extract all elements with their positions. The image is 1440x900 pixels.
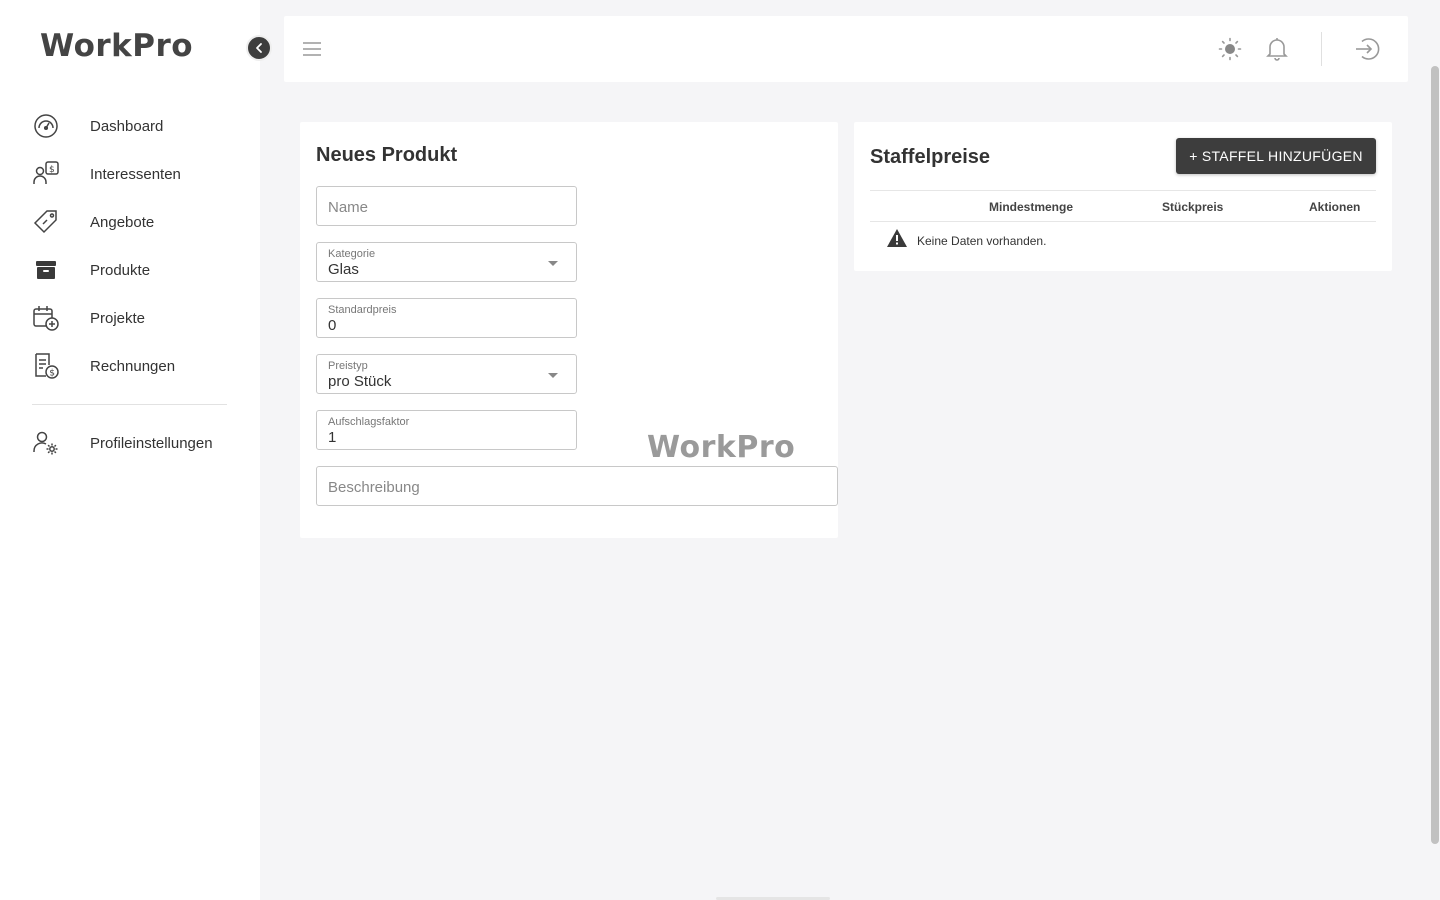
sidebar-item-label: Produkte	[90, 261, 151, 279]
topbar-divider	[1321, 32, 1322, 66]
tier-pricing-title: Staffelpreise	[870, 146, 991, 168]
category-select[interactable]: Kategorie Glas	[316, 242, 577, 282]
sidebar-divider	[32, 404, 227, 405]
chevron-down-icon	[548, 373, 558, 378]
sidebar-item-label: Interessenten	[90, 165, 181, 183]
sidebar-item-interessenten[interactable]: $ Interessenten	[32, 150, 232, 198]
sidebar-item-profileinstellungen[interactable]: Profileinstellungen	[32, 419, 232, 467]
sidebar-item-projekte[interactable]: Projekte	[32, 294, 232, 342]
chevron-left-icon	[256, 43, 262, 53]
markup-factor-field[interactable]: Aufschlagsfaktor 1	[316, 410, 577, 450]
sidebar-item-produkte[interactable]: Produkte	[32, 246, 232, 294]
empty-state-text: Keine Daten vorhanden.	[917, 233, 1047, 248]
sidebar-secondary-nav: Profileinstellungen	[32, 419, 232, 467]
top-bar	[284, 16, 1408, 82]
logout-icon[interactable]	[1354, 36, 1380, 67]
svg-text:$: $	[49, 165, 55, 175]
new-product-title: Neues Produkt	[316, 144, 458, 166]
standard-price-label: Standardpreis	[328, 304, 397, 316]
markup-factor-label: Aufschlagsfaktor	[328, 416, 410, 428]
bell-icon[interactable]	[1265, 36, 1289, 67]
watermark-logo: WorkPro	[647, 430, 796, 465]
sidebar: WorkPro Dashboard $ Interessenten Angebo…	[0, 0, 260, 900]
standard-price-field[interactable]: Standardpreis 0	[316, 298, 577, 338]
description-field[interactable]: Beschreibung	[316, 466, 838, 506]
svg-text:$: $	[49, 369, 55, 379]
sidebar-item-label: Angebote	[90, 213, 155, 231]
sidebar-item-label: Rechnungen	[90, 357, 176, 375]
leads-icon: $	[32, 160, 60, 188]
add-tier-button[interactable]: + STAFFEL HINZUFÜGEN	[1176, 138, 1376, 174]
archive-box-icon	[32, 256, 60, 284]
warning-icon	[886, 228, 908, 253]
price-type-value: pro Stück	[328, 373, 392, 390]
sidebar-item-rechnungen[interactable]: $ Rechnungen	[32, 342, 232, 390]
price-type-select[interactable]: Preistyp pro Stück	[316, 354, 577, 394]
collapse-sidebar-button[interactable]	[246, 35, 272, 61]
standard-price-value: 0	[328, 317, 337, 334]
sidebar-nav: Dashboard $ Interessenten Angebote Produ…	[32, 102, 232, 390]
column-header-min-quantity[interactable]: Mindestmenge	[989, 200, 1073, 214]
invoice-icon: $	[32, 352, 60, 380]
chevron-down-icon	[548, 261, 558, 266]
markup-factor-value: 1	[328, 429, 337, 446]
page-scrollbar[interactable]	[1431, 66, 1439, 844]
column-header-unit-price[interactable]: Stückpreis	[1162, 200, 1223, 214]
column-header-actions: Aktionen	[1309, 200, 1361, 214]
app-logo[interactable]: WorkPro	[40, 28, 193, 64]
name-placeholder: Name	[328, 199, 369, 216]
offers-tag-icon	[32, 208, 60, 236]
name-field[interactable]: Name	[316, 186, 577, 226]
empty-state: Keine Daten vorhanden.	[886, 228, 1046, 253]
price-type-label: Preistyp	[328, 360, 368, 372]
sidebar-item-angebote[interactable]: Angebote	[32, 198, 232, 246]
sidebar-item-dashboard[interactable]: Dashboard	[32, 102, 232, 150]
sun-icon[interactable]	[1218, 37, 1242, 66]
category-value: Glas	[328, 261, 359, 278]
sidebar-item-label: Projekte	[90, 309, 146, 327]
user-settings-icon	[32, 429, 60, 457]
table-header: Mindestmenge Stückpreis Aktionen	[870, 190, 1376, 222]
menu-icon[interactable]	[302, 40, 322, 63]
tier-pricing-card: Staffelpreise + STAFFEL HINZUFÜGEN Minde…	[854, 122, 1392, 271]
calendar-add-icon	[32, 304, 60, 332]
category-label: Kategorie	[328, 248, 376, 260]
sidebar-item-label: Profileinstellungen	[90, 434, 213, 452]
dashboard-icon	[32, 112, 60, 140]
description-placeholder: Beschreibung	[328, 479, 420, 496]
new-product-card: Neues Produkt Name Kategorie Glas Standa…	[300, 122, 838, 538]
sidebar-item-label: Dashboard	[90, 117, 164, 135]
